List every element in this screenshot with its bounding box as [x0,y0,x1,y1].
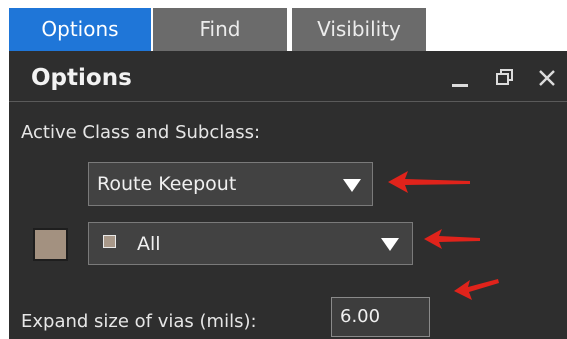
class-dropdown-value: Route Keepout [97,173,237,195]
vias-label: Expand size of vias (mils): [21,311,257,332]
minimize-icon[interactable] [447,62,473,94]
chevron-down-icon[interactable] [381,238,399,251]
chevron-down-icon[interactable] [343,179,361,192]
options-panel-window: Options Find Visibility Options Active C… [0,0,567,339]
tab-visibility[interactable]: Visibility [292,8,426,51]
annotation-arrow-icon [424,229,480,249]
active-class-label: Active Class and Subclass: [21,122,261,143]
subclass-color-swatch[interactable] [33,228,68,261]
title-divider [9,101,567,102]
panel-title: Options [31,65,132,91]
annotation-arrow-icon [388,171,470,193]
annotation-arrow-icon [454,279,499,300]
vias-size-input[interactable]: 6.00 [331,297,430,337]
class-dropdown[interactable]: Route Keepout [88,162,373,206]
subclass-color-icon [103,235,116,248]
tab-find[interactable]: Find [153,8,287,51]
subclass-dropdown-value: All [137,232,161,255]
close-icon[interactable] [534,62,560,94]
restore-icon[interactable] [492,62,518,94]
tab-options[interactable]: Options [9,8,151,51]
subclass-dropdown[interactable]: All [88,222,413,265]
